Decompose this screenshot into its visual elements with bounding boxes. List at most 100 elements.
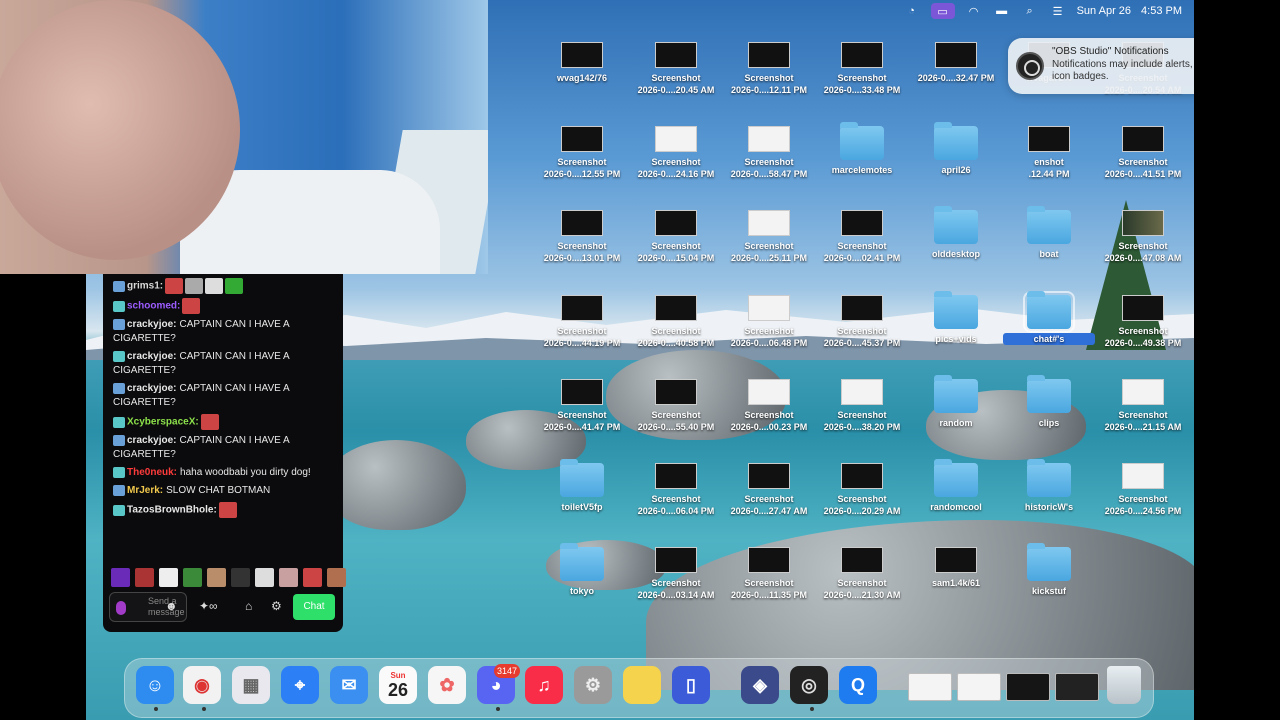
calendar-icon[interactable]: Sun 26 (379, 666, 417, 704)
desktop-screenshot[interactable]: Screenshot 2026-0....25.11 PM (723, 210, 815, 264)
chat-username[interactable]: MrJerk: (127, 485, 163, 496)
emote[interactable] (231, 568, 250, 587)
emoji-icon[interactable]: ☻ (165, 599, 178, 613)
emote[interactable] (279, 568, 298, 587)
chat-username[interactable]: crackyjoe: (127, 435, 176, 446)
finder-icon[interactable]: ☺ (136, 666, 174, 704)
desktop-folder[interactable]: random (910, 375, 1002, 429)
desktop-screenshot[interactable]: Screenshot 2026-0....40.58 PM (630, 295, 722, 349)
desktop-screenshot[interactable]: Screenshot 2026-0....03.14 AM (630, 547, 722, 601)
desktop-screenshot[interactable]: Screenshot 2026-0....38.20 PM (816, 379, 908, 433)
desktop-screenshot[interactable]: Screenshot 2026-0....12.11 PM (723, 42, 815, 96)
iphone-mirroring-icon[interactable]: ▯ (672, 666, 710, 704)
battery-icon[interactable]: ▬ (993, 3, 1011, 19)
desktop-screenshot[interactable]: Screenshot 2026-0....15.04 PM (630, 210, 722, 264)
obs-icon[interactable]: ◔ (903, 3, 921, 19)
desktop-folder[interactable]: kickstuf (1003, 543, 1095, 597)
wifi-icon[interactable]: ◠ (965, 3, 983, 19)
emote[interactable] (255, 568, 274, 587)
photos-icon[interactable]: ✿ (428, 666, 466, 704)
desktop-screenshot[interactable]: Screenshot 2026-0....49.38 PM (1097, 295, 1189, 349)
app-icon[interactable]: ◈ (741, 666, 779, 704)
desktop-screenshot[interactable]: Screenshot 2026-0....00.23 PM (723, 379, 815, 433)
desktop-screenshot[interactable]: Screenshot 2026-0....33.48 PM (816, 42, 908, 96)
control-center-icon[interactable]: ☰ (1049, 3, 1067, 19)
chat-username[interactable]: TazosBrownBhole: (127, 505, 217, 516)
desktop-screenshot[interactable]: Screenshot 2026-0....27.47 AM (723, 463, 815, 517)
store-icon[interactable]: ⌂ (245, 599, 252, 613)
chat-username[interactable]: crackyjoe: (127, 351, 176, 362)
menubar-date[interactable]: Sun Apr 26 (1077, 5, 1131, 17)
desktop-screenshot[interactable]: Screenshot 2026-0....12.55 PM (536, 126, 628, 180)
desktop-screenshot[interactable]: Screenshot 2026-0....20.45 AM (630, 42, 722, 96)
desktop-screenshot[interactable]: Screenshot 2026-0....06.48 PM (723, 295, 815, 349)
desktop-screenshot[interactable]: Screenshot 2026-0....21.30 AM (816, 547, 908, 601)
search-icon[interactable]: ⌕ (1021, 3, 1039, 19)
recent-window-thumbnail[interactable] (1006, 673, 1050, 701)
music-icon[interactable]: ♫ (525, 666, 563, 704)
desktop-screenshot[interactable]: enshot .12.44 PM (1003, 126, 1095, 180)
desktop-folder[interactable]: marcelemotes (816, 122, 908, 176)
desktop-folder[interactable]: boat (1003, 206, 1095, 260)
chat-username[interactable]: crackyjoe: (127, 319, 176, 330)
desktop-screenshot[interactable]: Screenshot 2026-0....02.41 PM (816, 210, 908, 264)
desktop-folder[interactable]: chat#'s (1003, 291, 1095, 345)
desktop-screenshot[interactable]: Screenshot 2026-0....13.01 PM (536, 210, 628, 264)
obs-icon[interactable]: ◎ (790, 666, 828, 704)
desktop-screenshot[interactable]: 2026-0....32.47 PM (910, 42, 1002, 84)
launchpad-icon[interactable]: ▦ (232, 666, 270, 704)
chat-send-button[interactable]: Chat (293, 594, 335, 620)
chat-username[interactable]: The0neuk: (127, 467, 177, 478)
desktop-folder[interactable]: toiletV5fp (536, 459, 628, 513)
desktop-screenshot[interactable]: wvag142/76 (536, 42, 628, 84)
desktop-screenshot[interactable]: Screenshot 2026-0....44.19 PM (536, 295, 628, 349)
points-icon[interactable]: ✦∞ (199, 599, 218, 613)
recent-window-thumbnail[interactable] (957, 673, 1001, 701)
emote[interactable] (327, 568, 346, 587)
desktop-screenshot[interactable]: Screenshot 2026-0....11.35 PM (723, 547, 815, 601)
desktop-folder[interactable]: olddesktop (910, 206, 1002, 260)
safari-icon[interactable]: ⌖ (281, 666, 319, 704)
mic-icon[interactable] (116, 601, 126, 615)
desktop-screenshot[interactable]: Screenshot 2026-0....45.37 PM (816, 295, 908, 349)
desktop-folder[interactable]: randomcool (910, 459, 1002, 513)
chrome-icon[interactable]: ◉ (183, 666, 221, 704)
notes-icon[interactable] (623, 666, 661, 704)
emote[interactable] (135, 568, 154, 587)
recent-window-thumbnail[interactable] (1055, 673, 1099, 701)
desktop-screenshot[interactable]: Screenshot 2026-0....24.16 PM (630, 126, 722, 180)
desktop-screenshot[interactable]: Screenshot 2026-0....55.40 PM (630, 379, 722, 433)
chat-username[interactable]: crackyjoe: (127, 383, 176, 394)
quicktime-icon[interactable]: Q (839, 666, 877, 704)
desktop-screenshot[interactable]: Screenshot 2026-0....41.51 PM (1097, 126, 1189, 180)
desktop-screenshot[interactable]: sam1.4k/61 (910, 547, 1002, 589)
desktop-screenshot[interactable]: Screenshot 2026-0....21.15 AM (1097, 379, 1189, 433)
desktop-folder[interactable]: tokyo (536, 543, 628, 597)
desktop-screenshot[interactable]: Screenshot 2026-0....41.47 PM (536, 379, 628, 433)
chat-username[interactable]: schoomed: (127, 301, 180, 312)
emote[interactable] (303, 568, 322, 587)
screen-mirroring-icon[interactable]: ▭ (930, 3, 955, 19)
emote[interactable] (159, 568, 178, 587)
emote[interactable] (207, 568, 226, 587)
chat-username[interactable]: XcyberspaceX: (127, 417, 199, 428)
recent-window-thumbnail[interactable] (908, 673, 952, 701)
desktop-folder[interactable]: clips (1003, 375, 1095, 429)
emote[interactable] (183, 568, 202, 587)
emote[interactable] (111, 568, 130, 587)
desktop-screenshot[interactable]: Screenshot 2026-0....58.47 PM (723, 126, 815, 180)
desktop-screenshot[interactable]: Screenshot 2026-0....47.08 AM (1097, 210, 1189, 264)
menubar-time[interactable]: 4:53 PM (1141, 5, 1182, 17)
system-settings-icon[interactable]: ⚙ (574, 666, 612, 704)
desktop-folder[interactable]: april26 (910, 122, 1002, 176)
desktop-screenshot[interactable]: Screenshot 2026-0....20.29 AM (816, 463, 908, 517)
notification-banner[interactable]: "OBS Studio" Notifications Notifications… (1008, 38, 1194, 94)
desktop-folder[interactable]: pics+vids (910, 291, 1002, 345)
trash-icon[interactable] (1107, 666, 1141, 704)
desktop-folder[interactable]: historicW's (1003, 459, 1095, 513)
desktop-screenshot[interactable]: Screenshot 2026-0....24.56 PM (1097, 463, 1189, 517)
desktop-screenshot[interactable]: Screenshot 2026-0....06.04 PM (630, 463, 722, 517)
chat-username[interactable]: grims1: (127, 281, 163, 292)
settings-icon[interactable]: ⚙ (271, 599, 282, 613)
mail-icon[interactable]: ✉ (330, 666, 368, 704)
